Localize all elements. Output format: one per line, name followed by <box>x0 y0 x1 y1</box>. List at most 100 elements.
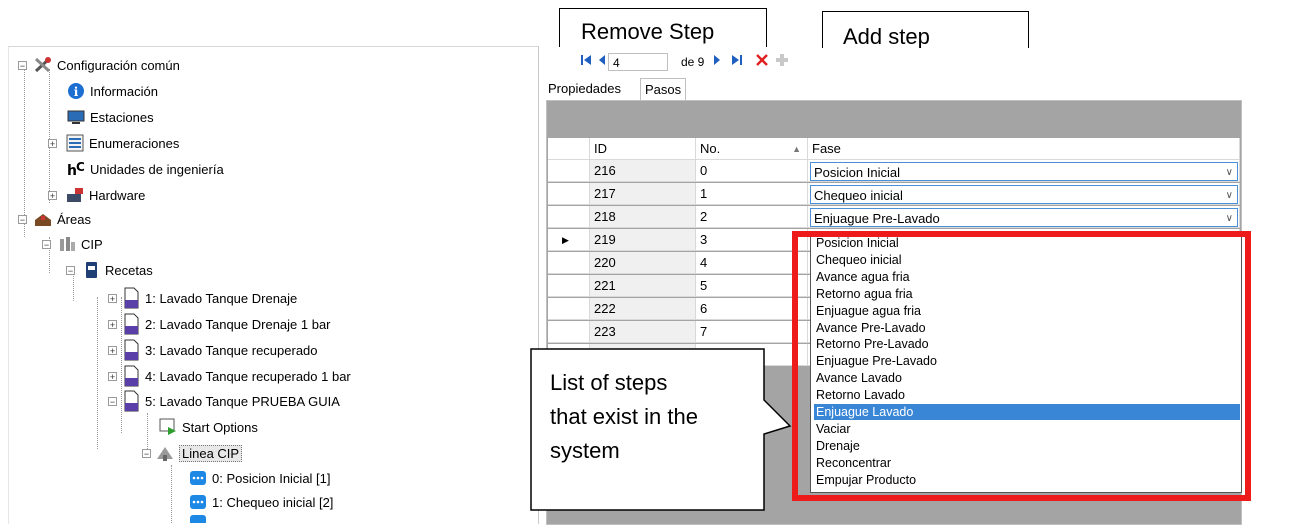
tree-item-recipe-5[interactable]: − 5: Lavado Tanque PRUEBA GUIA <box>108 390 340 412</box>
phase-combobox[interactable]: Enjuague Pre-Lavado ∨ <box>810 208 1238 227</box>
tree-item-label: 1: Lavado Tanque Drenaje <box>145 290 298 306</box>
tree-item-informacion[interactable]: i Información <box>66 80 158 102</box>
recipe-book-icon <box>81 261 101 279</box>
collapse-toggle[interactable]: − <box>66 265 75 275</box>
svg-text:C: C <box>76 160 85 174</box>
add-icon[interactable] <box>775 53 789 70</box>
tree-item-linea-cip[interactable]: − Linea CIP <box>142 442 243 464</box>
row-selector[interactable] <box>548 275 590 297</box>
row-selector[interactable] <box>548 298 590 320</box>
cell-no[interactable]: 1 <box>696 183 808 205</box>
table-row[interactable]: 218 2 Enjuague Pre-Lavado ∨ <box>548 206 1240 228</box>
list-icon <box>65 134 85 152</box>
cell-id: 221 <box>590 275 696 297</box>
tree-item-start-options[interactable]: Start Options <box>158 416 258 438</box>
expand-toggle[interactable]: + <box>108 345 117 355</box>
tree-item-configuracion[interactable]: − Configuración común <box>18 54 180 76</box>
tree-item-cip[interactable]: − CIP <box>42 233 103 255</box>
cell-id: 217 <box>590 183 696 205</box>
tree-item-step-1[interactable]: 1: Chequeo inicial [2] <box>188 491 333 513</box>
collapse-toggle[interactable]: − <box>142 448 151 458</box>
tree-item-recipe-3[interactable]: + 3: Lavado Tanque recuperado <box>108 339 318 361</box>
phase-combobox[interactable]: Posicion Inicial ∨ <box>810 162 1238 181</box>
row-selector[interactable] <box>548 206 590 228</box>
monitor-icon <box>66 108 86 126</box>
area-icon <box>33 210 53 228</box>
row-selector[interactable] <box>548 183 590 205</box>
expand-toggle[interactable]: + <box>108 293 117 303</box>
tree-item-estaciones[interactable]: Estaciones <box>66 106 154 128</box>
chevron-down-icon[interactable]: ∨ <box>1226 209 1233 228</box>
column-header-fase[interactable]: Fase <box>808 138 1240 160</box>
cell-no[interactable]: 2 <box>696 206 808 228</box>
expand-toggle[interactable]: + <box>108 371 117 381</box>
remove-step-annotation: Remove Step <box>559 8 767 47</box>
tree-item-label: 0: Posicion Inicial [1] <box>212 470 331 486</box>
tree-item-areas[interactable]: − Áreas <box>18 208 91 230</box>
tab-pasos[interactable]: Pasos <box>640 78 687 101</box>
column-header-no[interactable]: No. ▲ <box>696 138 808 160</box>
first-record-icon[interactable] <box>580 54 592 69</box>
collapse-toggle[interactable]: − <box>42 239 51 249</box>
tree-item-label: Áreas <box>57 211 91 227</box>
row-selector[interactable] <box>548 321 590 343</box>
annotation-text: Add step <box>843 24 930 48</box>
chevron-down-icon[interactable]: ∨ <box>1226 186 1233 205</box>
table-row[interactable]: 217 1 Chequeo inicial ∨ <box>548 183 1240 205</box>
tree-item-recetas[interactable]: − Recetas <box>66 259 153 281</box>
collapse-toggle[interactable]: − <box>108 396 117 406</box>
highlight-frame <box>792 231 1251 501</box>
expand-toggle[interactable]: + <box>48 190 57 200</box>
prev-record-icon[interactable] <box>597 54 607 69</box>
tree-item-label: 2: Lavado Tanque Drenaje 1 bar <box>145 316 331 332</box>
annotation-text: Remove Step <box>581 19 715 44</box>
recipe-doc-icon <box>121 390 141 412</box>
expand-toggle[interactable]: + <box>108 319 117 329</box>
phase-combobox[interactable]: Chequeo inicial ∨ <box>810 185 1238 204</box>
info-icon: i <box>66 82 86 100</box>
step-icon <box>188 493 208 511</box>
next-record-icon[interactable] <box>712 54 722 69</box>
tree-item-enumeraciones[interactable]: + Enumeraciones <box>48 132 179 154</box>
tree-item-recipe-4[interactable]: + 4: Lavado Tanque recuperado 1 bar <box>108 365 351 387</box>
tree-item-hardware[interactable]: + Hardware <box>48 184 145 206</box>
chevron-down-icon[interactable]: ∨ <box>1226 163 1233 182</box>
plant-icon <box>57 235 77 253</box>
tree-item-recipe-2[interactable]: + 2: Lavado Tanque Drenaje 1 bar <box>108 313 331 335</box>
hardware-icon <box>65 186 85 204</box>
delete-icon[interactable] <box>755 53 769 70</box>
row-selector[interactable] <box>548 252 590 274</box>
expand-toggle[interactable]: + <box>48 138 57 148</box>
record-position-input[interactable]: 4 <box>608 53 668 71</box>
tree-item-label: Configuración común <box>57 57 180 73</box>
tree-item-unidades[interactable]: hC Unidades de ingeniería <box>66 158 224 180</box>
tools-icon <box>33 56 53 74</box>
row-selector[interactable] <box>548 160 590 182</box>
cell-no[interactable]: 0 <box>696 160 808 182</box>
recipe-doc-icon <box>121 313 141 335</box>
collapse-toggle[interactable]: − <box>18 60 27 70</box>
column-header-label: No. <box>700 141 721 156</box>
tree-item-label: Hardware <box>89 187 146 203</box>
tree-item-label: Enumeraciones <box>89 135 180 151</box>
column-header-id[interactable]: ID <box>590 138 696 160</box>
current-row-icon: ▶ <box>562 235 569 245</box>
tree-item-recipe-1[interactable]: + 1: Lavado Tanque Drenaje <box>108 287 297 309</box>
tree-item-step-0[interactable]: 0: Posicion Inicial [1] <box>188 467 331 489</box>
cell-id: 218 <box>590 206 696 228</box>
row-selector[interactable]: ▶ <box>548 229 590 251</box>
svg-text:i: i <box>74 85 79 99</box>
tree-item-label: Linea CIP <box>179 444 243 462</box>
line-icon <box>155 444 175 462</box>
collapse-toggle[interactable]: − <box>18 214 27 224</box>
row-header-corner <box>548 138 590 160</box>
tree-item-label: CIP <box>81 236 103 252</box>
tree-item-label: Unidades de ingeniería <box>90 161 224 177</box>
cell-id: 220 <box>590 252 696 274</box>
last-record-icon[interactable] <box>731 54 743 69</box>
cell-id: 223 <box>590 321 696 343</box>
tree-item-label: 1: Chequeo inicial [2] <box>212 494 334 510</box>
units-icon: hC <box>66 160 86 178</box>
tab-propiedades[interactable]: Propiedades <box>544 78 625 100</box>
table-row[interactable]: 216 0 Posicion Inicial ∨ <box>548 160 1240 182</box>
